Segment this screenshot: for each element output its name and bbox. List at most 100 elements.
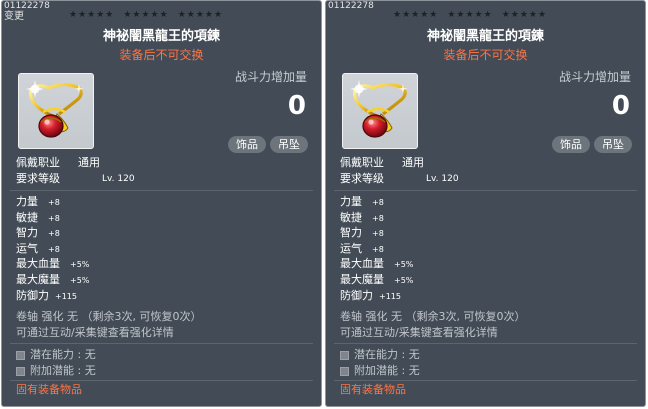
subcategory-tag: 吊坠 [270, 136, 308, 153]
stat-row: 运气 +8 [340, 242, 384, 257]
stat-name: 敏捷 [16, 210, 38, 224]
potential-text: 潜在能力 : 无 [30, 348, 96, 361]
stat-row: 最大血量 +5% [340, 257, 413, 272]
stat-value: +8 [372, 213, 384, 223]
stat-row: 敏捷 +8 [16, 211, 60, 226]
star-icon: ★★★★★ [177, 10, 224, 20]
additional-potential-text: 附加潜能 : 无 [354, 364, 420, 377]
stat-name: 运气 [340, 241, 362, 255]
stat-row: 运气 +8 [16, 242, 60, 257]
stat-name: 敏捷 [340, 210, 362, 224]
power-increase-value: 0 [287, 91, 306, 121]
star-icon: ★★★★★ [447, 10, 493, 20]
stat-name: 最大魔量 [340, 273, 384, 286]
item-name: 神祕闇黑龍王的項鍊 [426, 29, 544, 44]
unique-equip-note: 固有装备物品 [16, 383, 82, 396]
required-level-label: 要求等级 [340, 172, 384, 185]
required-job-value: 通用 [78, 156, 100, 169]
additional-potential-text: 附加潜能 : 无 [30, 364, 96, 377]
square-bullet-icon [16, 366, 25, 376]
stat-value: +5% [70, 276, 90, 285]
divider [334, 380, 637, 381]
required-level-row: 要求等级 Lv. 120 [16, 172, 135, 186]
stat-name: 最大血量 [16, 257, 60, 271]
square-bullet-icon [16, 350, 25, 360]
subcategory-tag: 吊坠 [594, 136, 632, 153]
trade-restriction-note: 装备后不可交换 [443, 48, 528, 62]
stat-name: 运气 [16, 241, 38, 255]
stat-value: +115 [379, 291, 401, 301]
enhance-detail-hint: 可通过互动/采集键查看强化详情 [340, 326, 498, 339]
required-level-label: 要求等级 [16, 172, 60, 185]
necklace-icon [350, 80, 408, 138]
divider [334, 343, 637, 344]
stat-name: 最大血量 [340, 257, 384, 271]
change-label: 变更 [4, 11, 24, 22]
item-id: 01122278 [328, 1, 374, 11]
power-increase-label: 战斗力增加量 [234, 70, 307, 84]
trade-restriction-note: 装备后不可交换 [119, 48, 204, 62]
stat-value: +8 [372, 229, 384, 239]
additional-potential-row: 附加潜能 : 无 [16, 364, 96, 378]
star-icon: ★★★★★ [393, 10, 439, 20]
stat-value: +8 [48, 244, 60, 254]
stat-name: 力量 [340, 195, 362, 208]
stat-row: 敏捷 +8 [340, 211, 384, 226]
scroll-enhance-line: 卷轴 强化 无 （剩余3次, 可恢复0次） [340, 310, 526, 323]
divider [334, 190, 637, 191]
potential-row: 潜在能力 : 无 [340, 348, 420, 362]
required-job-label: 佩戴职业 [340, 156, 384, 169]
potential-row: 潜在能力 : 无 [16, 348, 96, 362]
divider [10, 190, 313, 191]
star-icon: ★★★★★ [501, 10, 548, 20]
item-icon-frame [342, 73, 418, 149]
stat-row: 力量 +8 [340, 195, 384, 210]
power-increase-value: 0 [611, 91, 630, 121]
necklace-icon [26, 80, 84, 138]
required-job-row: 佩戴职业 通用 [340, 156, 424, 170]
stat-value: +8 [48, 198, 60, 207]
required-level-value: Lv. 120 [426, 174, 459, 184]
item-name: 神祕闇黑龍王的項鍊 [102, 29, 220, 44]
required-job-row: 佩戴职业 通用 [16, 156, 100, 170]
star-force-rating: ★★★★★ ★★★★★ ★★★★★ [393, 10, 556, 20]
stat-name: 力量 [16, 195, 38, 208]
stat-name: 防御力 [340, 288, 373, 302]
item-tooltip: 01122278 ★★★★★ ★★★★★ ★★★★★ 神祕闇黑龍王的項鍊 装备后不可交换 … [325, 0, 646, 407]
stat-value: +5% [394, 260, 414, 270]
required-job-value: 通用 [402, 156, 424, 169]
star-icon: ★★★★★ [123, 10, 169, 20]
square-bullet-icon [340, 366, 349, 376]
stat-name: 最大魔量 [16, 273, 60, 286]
required-level-row: 要求等级 Lv. 120 [340, 172, 459, 186]
star-force-rating: ★★★★★ ★★★★★ ★★★★★ [69, 10, 232, 20]
scroll-enhance-line: 卷轴 强化 无 （剩余3次, 可恢复0次） [16, 310, 202, 323]
power-increase-label: 战斗力增加量 [558, 70, 631, 84]
category-tag: 饰品 [228, 136, 266, 153]
stat-value: +8 [48, 229, 60, 239]
item-tooltip: 01122278 变更 ★★★★★ ★★★★★ ★★★★★ 神祕闇黑龍王的項鍊 装备后不可交… [1, 0, 322, 407]
stat-name: 智力 [340, 226, 362, 240]
divider [10, 380, 313, 381]
stat-row: 智力 +8 [16, 226, 60, 241]
square-bullet-icon [340, 350, 349, 360]
potential-text: 潜在能力 : 无 [354, 348, 420, 361]
stat-row: 力量 +8 [16, 195, 60, 210]
stat-row: 智力 +8 [340, 226, 384, 241]
stat-name: 智力 [16, 226, 38, 240]
stat-value: +5% [394, 276, 414, 285]
required-job-label: 佩戴职业 [16, 156, 60, 169]
stat-value: +8 [48, 213, 60, 223]
required-level-value: Lv. 120 [102, 174, 135, 184]
stat-value: +5% [70, 260, 90, 270]
stat-row: 最大血量 +5% [16, 257, 89, 272]
stat-row: 防御力 +115 [16, 289, 77, 304]
stat-value: +115 [55, 291, 77, 301]
stat-row: 最大魔量 +5% [340, 273, 413, 288]
category-tag: 饰品 [552, 136, 590, 153]
stat-value: +8 [372, 244, 384, 254]
star-icon: ★★★★★ [69, 10, 115, 20]
item-icon-frame [18, 73, 94, 149]
stat-row: 最大魔量 +5% [16, 273, 89, 288]
stat-row: 防御力 +115 [340, 289, 401, 304]
